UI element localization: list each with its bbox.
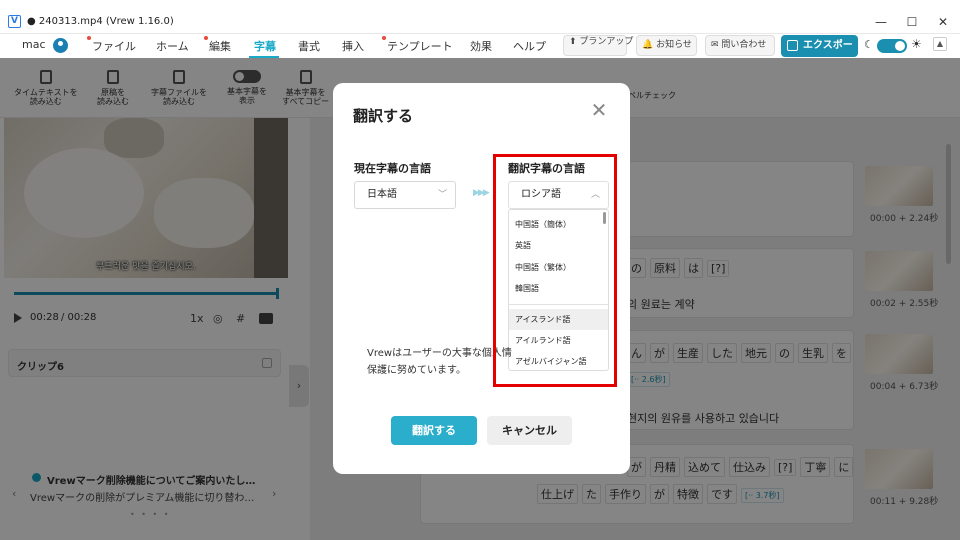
translate-button[interactable]: 翻訳する xyxy=(391,416,477,445)
cancel-button[interactable]: キャンセル xyxy=(487,416,572,445)
menu-help[interactable]: ヘルプ xyxy=(513,38,546,54)
dialog-title: 翻訳する xyxy=(353,107,414,125)
close-icon[interactable]: ✕ xyxy=(589,100,609,121)
menu-home[interactable]: ホーム xyxy=(156,38,189,54)
update-dot-icon xyxy=(204,36,208,40)
menu-template[interactable]: テンプレート xyxy=(382,36,453,54)
menu-file[interactable]: ファイル xyxy=(87,36,136,54)
maximize-button[interactable]: ☐ xyxy=(902,13,922,31)
sun-icon: ☀ xyxy=(911,37,922,51)
source-language-select[interactable]: 日本語 ﹀ xyxy=(354,181,456,209)
dark-mode-toggle[interactable] xyxy=(877,39,907,53)
collapse-ribbon-button[interactable]: ▲ xyxy=(933,37,947,51)
avatar-icon[interactable] xyxy=(53,38,68,53)
news-button[interactable]: 🔔 お知らせ xyxy=(636,35,697,56)
minimize-button[interactable]: — xyxy=(871,13,891,31)
title-bar: V ● 240313.mp4 (Vrew 1.16.0) — ☐ ✕ xyxy=(0,10,960,34)
export-button[interactable]: エクスポート xyxy=(781,35,858,73)
template-dot-icon xyxy=(382,36,386,40)
menu-format[interactable]: 書式 xyxy=(298,38,320,54)
account-name[interactable]: mac xyxy=(22,38,46,51)
chevron-down-icon: ﹀ xyxy=(437,190,447,200)
source-language-label: 現在字幕の言語 xyxy=(354,162,431,175)
arrow-right-icon: ▶▶▶ xyxy=(473,188,490,198)
menu-subtitle[interactable]: 字幕 xyxy=(254,38,276,54)
privacy-notice: Vrewはユーザーの大事な個人情 保護に努めています。 xyxy=(367,348,512,376)
highlight-annotation-box xyxy=(493,154,617,387)
plan-upgrade-button[interactable]: ⬆ プランアップ xyxy=(563,35,633,56)
vrew-logo-icon: V xyxy=(8,15,21,28)
window-title: ● 240313.mp4 (Vrew 1.16.0) xyxy=(27,16,174,27)
app-window: V ● 240313.mp4 (Vrew 1.16.0) — ☐ ✕ mac フ… xyxy=(0,0,960,540)
contact-button[interactable]: ✉ 問い合わせ xyxy=(705,35,775,56)
close-window-button[interactable]: ✕ xyxy=(933,13,953,31)
menu-edit[interactable]: 編集 xyxy=(204,36,231,54)
menu-effect[interactable]: 効果 xyxy=(470,38,492,54)
moon-icon: ☾ xyxy=(864,38,874,51)
menu-insert[interactable]: 挿入 xyxy=(342,38,364,54)
unsaved-dot-icon xyxy=(87,36,91,40)
export-icon xyxy=(787,40,798,51)
